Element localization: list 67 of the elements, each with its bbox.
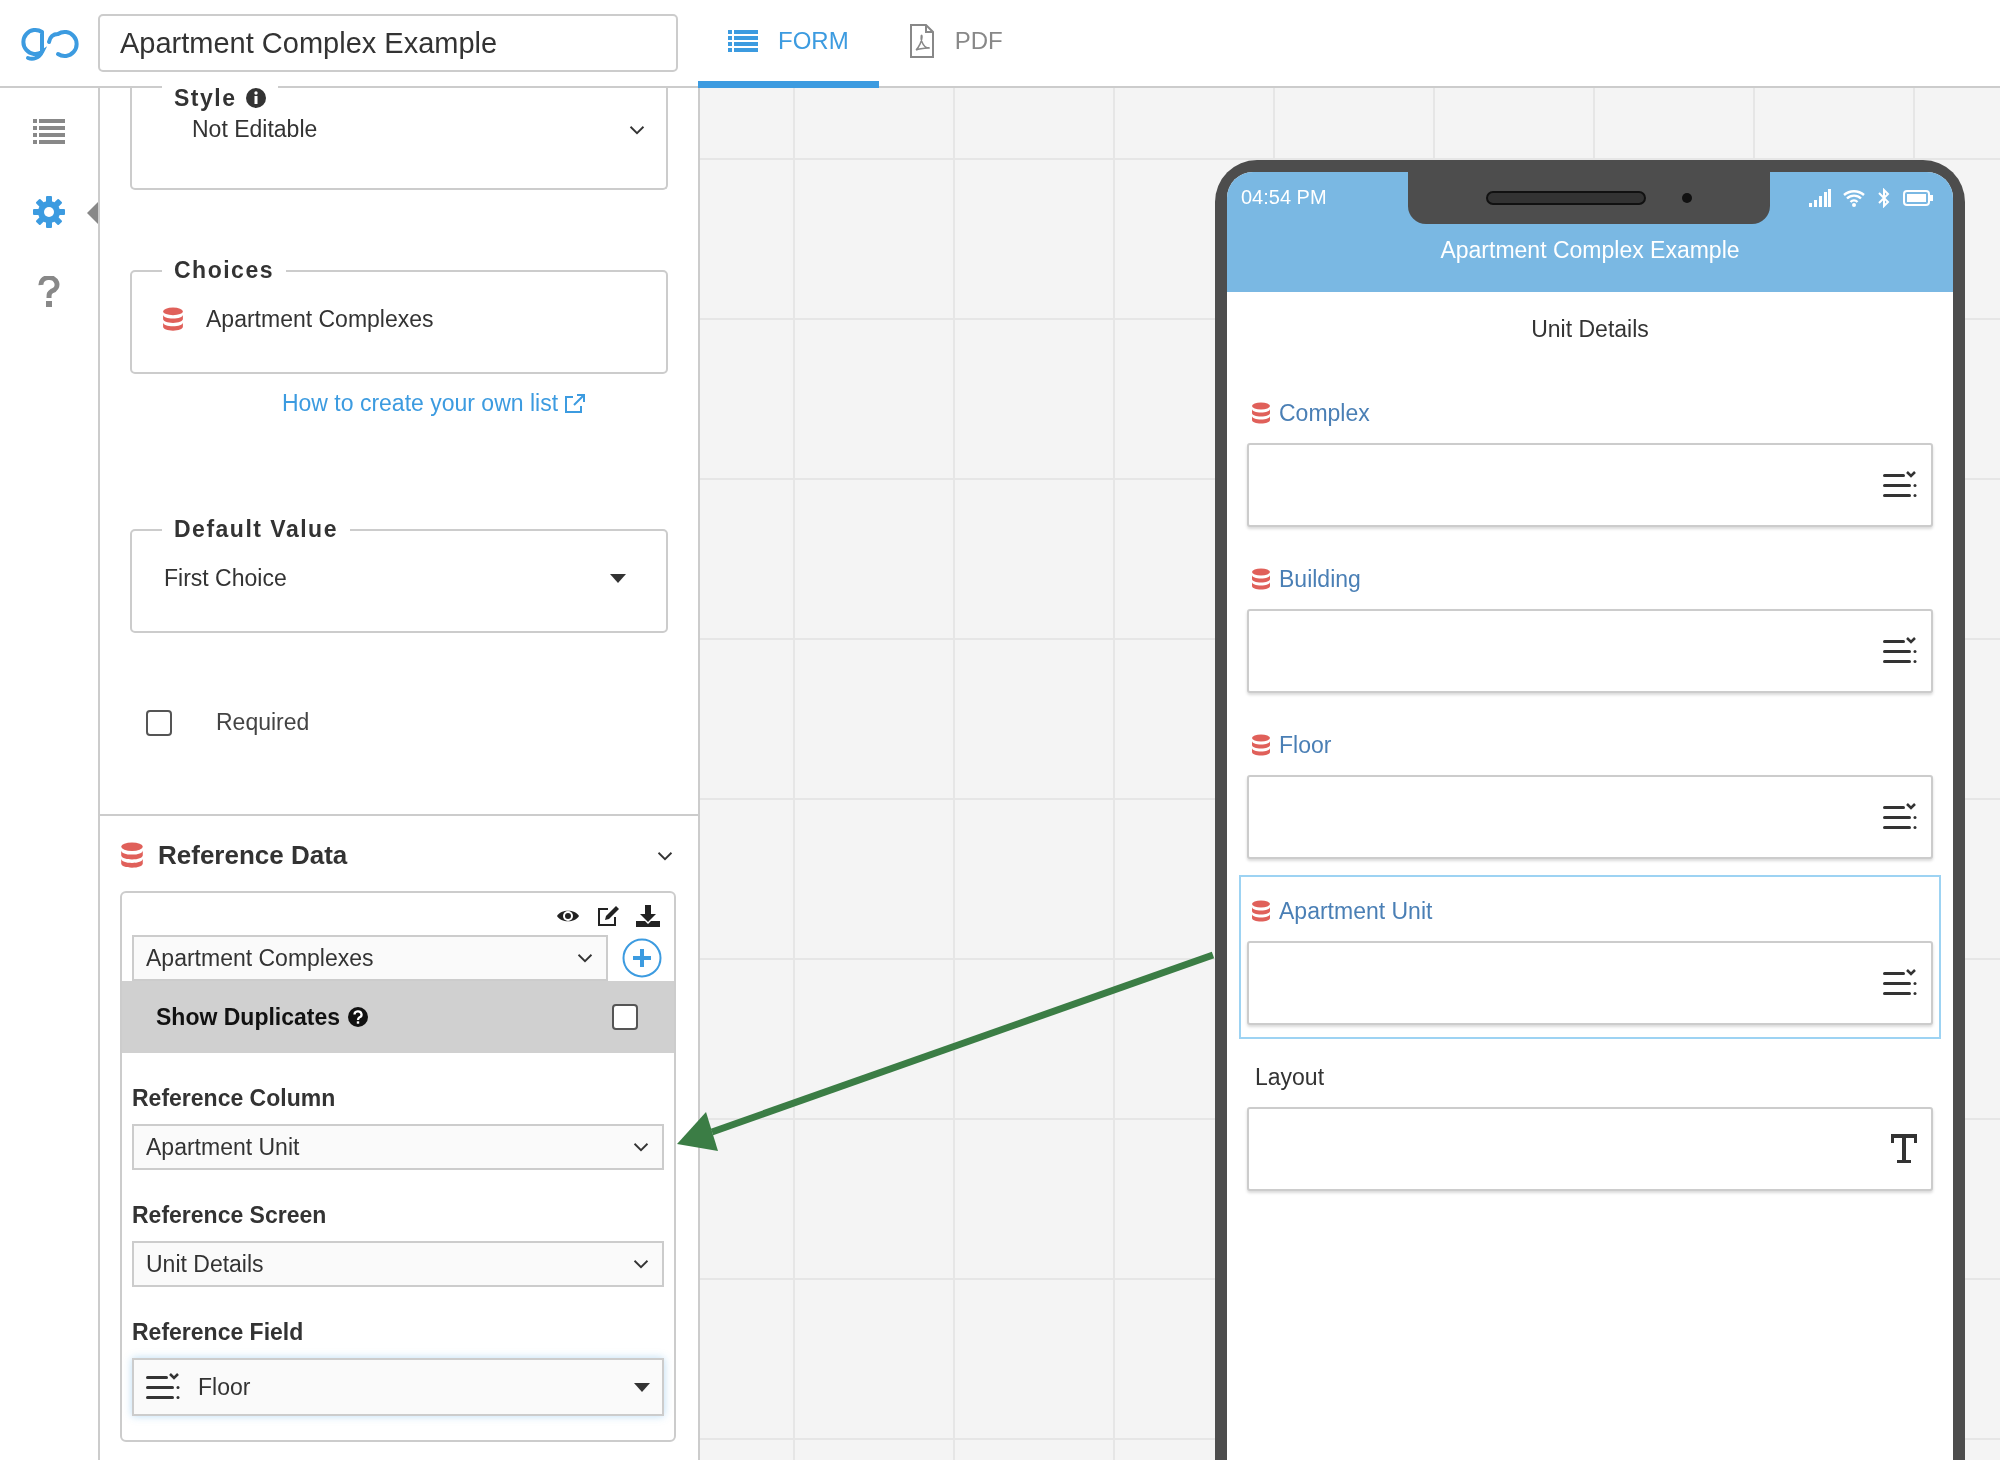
source-dropdown[interactable]: Apartment Complexes bbox=[132, 935, 608, 981]
help-circle-icon bbox=[348, 1007, 369, 1027]
database-icon bbox=[1251, 402, 1271, 424]
list-icon bbox=[728, 28, 758, 53]
list-icon[interactable] bbox=[33, 119, 65, 145]
battery-icon bbox=[1903, 189, 1933, 206]
help-icon[interactable] bbox=[38, 276, 60, 308]
settings-icon[interactable] bbox=[32, 195, 66, 229]
collapse-chevron-icon[interactable] bbox=[656, 849, 674, 862]
chevron-down-icon bbox=[628, 123, 646, 136]
database-icon bbox=[1251, 568, 1271, 590]
list-check-icon bbox=[1883, 471, 1917, 499]
input-field[interactable] bbox=[1247, 775, 1933, 859]
checkbox[interactable] bbox=[146, 709, 172, 736]
input-field[interactable] bbox=[1247, 941, 1933, 1025]
download-icon[interactable] bbox=[636, 905, 660, 927]
input-field[interactable] bbox=[1247, 443, 1933, 527]
database-icon bbox=[162, 307, 184, 332]
info-icon bbox=[246, 88, 267, 108]
checkbox-label: Show Duplicates bbox=[156, 1003, 341, 1031]
field-label: Reference Screen bbox=[132, 1202, 328, 1229]
list-check-icon bbox=[1883, 803, 1917, 831]
add-icon[interactable] bbox=[622, 938, 662, 978]
field-label: Reference Column bbox=[132, 1085, 337, 1112]
dropdown[interactable]: Apartment Unit bbox=[132, 1124, 664, 1170]
signal-icon bbox=[1809, 188, 1831, 207]
bluetooth-icon bbox=[1877, 187, 1891, 208]
database-icon bbox=[120, 842, 144, 869]
pointer-icon bbox=[87, 202, 98, 224]
text-type-icon bbox=[1891, 1134, 1917, 1164]
select-value[interactable]: First Choice bbox=[164, 565, 588, 592]
input-field[interactable] bbox=[1247, 609, 1933, 693]
checkbox-label: Required bbox=[216, 709, 310, 736]
edit-icon[interactable] bbox=[596, 905, 620, 927]
dropdown[interactable]: Floor bbox=[132, 1358, 664, 1416]
list-check-icon bbox=[1883, 637, 1917, 665]
field-label: Reference Field bbox=[132, 1319, 305, 1346]
tab[interactable]: PDF bbox=[878, 0, 1033, 88]
title-field[interactable]: Apartment Complex Example bbox=[98, 14, 678, 72]
caret-down-icon bbox=[610, 574, 626, 583]
field-label: Apartment Unit bbox=[1279, 897, 1433, 925]
field-label: Layout bbox=[1255, 1063, 1325, 1091]
status-time: 04:54 PM bbox=[1241, 186, 1327, 209]
pdf-file-icon bbox=[908, 23, 935, 58]
external-link-icon bbox=[564, 393, 587, 414]
choice-list-name: Apartment Complexes bbox=[206, 306, 434, 333]
chevron-down-icon bbox=[632, 1258, 650, 1270]
list-check-icon bbox=[1883, 969, 1917, 997]
dropdown[interactable]: Unit Details bbox=[132, 1241, 664, 1287]
field-label: Floor bbox=[1279, 731, 1332, 759]
camera-drawing bbox=[1682, 193, 1692, 203]
input-field[interactable] bbox=[1247, 1107, 1933, 1191]
select-value[interactable]: Not Editable bbox=[192, 116, 606, 143]
checkbox[interactable] bbox=[612, 1004, 638, 1030]
section-title: Reference Data bbox=[158, 840, 348, 871]
screen-title: Unit Details bbox=[1530, 315, 1650, 344]
database-icon bbox=[1251, 900, 1271, 922]
caret-down-icon bbox=[634, 1382, 650, 1392]
database-icon bbox=[1251, 734, 1271, 756]
field-label: Complex bbox=[1279, 399, 1370, 427]
fieldset-legend: Style bbox=[174, 84, 237, 112]
field-label: Building bbox=[1279, 565, 1361, 593]
list-check-icon bbox=[146, 1373, 180, 1401]
chevron-down-icon bbox=[632, 1141, 650, 1153]
wifi-icon bbox=[1843, 188, 1865, 207]
app-title: Apartment Complex Example bbox=[1439, 237, 1741, 264]
chevron-down-icon bbox=[576, 952, 594, 964]
